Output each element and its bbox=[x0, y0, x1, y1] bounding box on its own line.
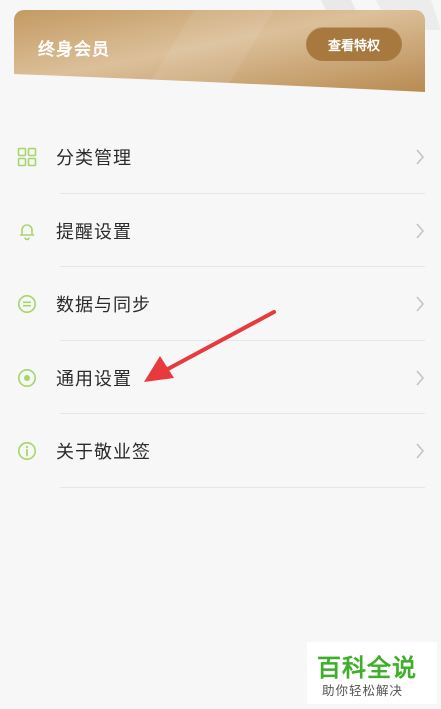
chevron-right-icon bbox=[416, 443, 425, 459]
watermark-slogan: 助你轻松解决 bbox=[322, 683, 404, 698]
menu-item-label: 分类管理 bbox=[56, 148, 132, 169]
watermark: 百科全说 助你轻松解决 bbox=[307, 642, 437, 704]
menu-item-label: 关于敬业签 bbox=[56, 442, 151, 463]
settings-menu: 分类管理 提醒设置 数据与同步 通用设置 关于敬业签 bbox=[0, 120, 441, 488]
vip-title: 终身会员 bbox=[38, 40, 110, 60]
chevron-right-icon bbox=[416, 296, 425, 312]
info-icon bbox=[18, 442, 36, 460]
view-privileges-button[interactable]: 查看特权 bbox=[306, 27, 402, 61]
menu-item-label: 通用设置 bbox=[56, 368, 132, 390]
sync-icon bbox=[18, 295, 36, 313]
menu-item-about[interactable]: 关于敬业签 bbox=[0, 414, 441, 488]
menu-item-reminder-settings[interactable]: 提醒设置 bbox=[0, 194, 441, 267]
vip-membership-card[interactable]: 终身会员 查看特权 bbox=[14, 10, 425, 92]
chevron-right-icon bbox=[416, 369, 425, 386]
watermark-brand: 百科全说 bbox=[317, 654, 417, 682]
settings-dot-icon bbox=[18, 368, 36, 387]
menu-item-category-management[interactable]: 分类管理 bbox=[0, 120, 441, 194]
chevron-right-icon bbox=[416, 149, 425, 165]
bell-icon bbox=[19, 223, 35, 240]
annotation-arrow bbox=[144, 310, 276, 382]
grid-icon bbox=[17, 147, 37, 167]
chevron-right-icon bbox=[416, 222, 425, 239]
menu-item-label: 数据与同步 bbox=[56, 295, 151, 316]
menu-item-label: 提醒设置 bbox=[56, 221, 132, 243]
divider bbox=[60, 486, 425, 488]
